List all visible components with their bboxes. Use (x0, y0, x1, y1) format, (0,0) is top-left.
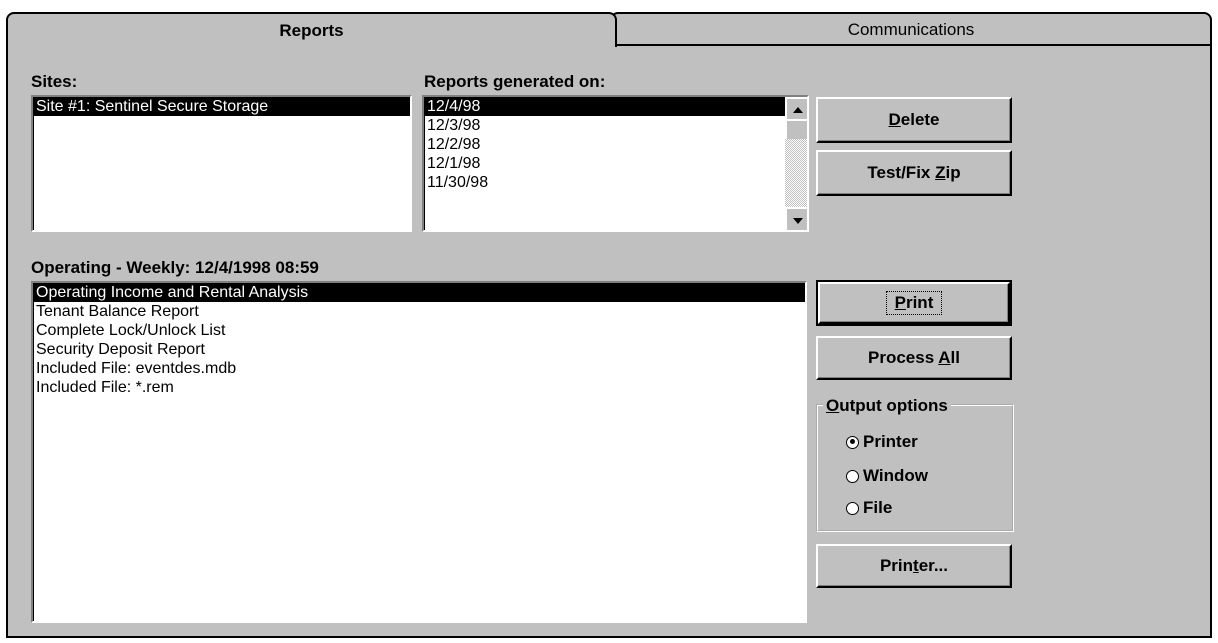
report-date-item[interactable]: 12/4/98 (424, 97, 785, 116)
tab-communications-label: Communications (847, 20, 975, 39)
sites-listbox[interactable]: Site #1: Sentinel Secure Storage (31, 95, 412, 232)
tab-reports-label: Reports (279, 20, 344, 40)
report-item[interactable]: Tenant Balance Report (33, 302, 805, 321)
report-date-item[interactable]: 12/1/98 (424, 154, 785, 173)
scroll-track[interactable] (785, 139, 807, 207)
report-date-item[interactable]: 11/30/98 (424, 173, 785, 192)
radio-unselected-icon (846, 469, 859, 483)
delete-button-label: Delete (888, 110, 940, 129)
tab-communications[interactable]: Communications (610, 12, 1212, 46)
printer-setup-button-label: Printer... (879, 556, 949, 575)
reports-scrollbar[interactable] (785, 97, 807, 230)
report-set-label: Operating - Weekly: 12/4/1998 08:59 (31, 258, 319, 277)
output-file-label: File (863, 498, 893, 517)
output-window-label: Window (863, 466, 928, 485)
report-item[interactable]: Operating Income and Rental Analysis (33, 283, 805, 302)
delete-button[interactable]: Delete (816, 97, 1012, 143)
report-items-listbox[interactable]: Operating Income and Rental Analysis Ten… (31, 281, 807, 623)
output-file-radio[interactable]: File (846, 498, 892, 518)
print-button[interactable]: Print (816, 280, 1012, 326)
sites-label: Sites: (31, 72, 78, 91)
reports-generated-label: Reports generated on: (424, 72, 606, 91)
output-printer-label: Printer (863, 432, 918, 451)
radio-selected-icon (846, 435, 859, 449)
output-options-title: Output options (823, 396, 951, 416)
output-window-radio[interactable]: Window (846, 466, 928, 486)
radio-unselected-icon (846, 501, 859, 515)
print-button-label: Print (885, 291, 943, 315)
tab-divider-line (610, 44, 1212, 46)
report-item[interactable]: Included File: eventdes.mdb (33, 359, 805, 378)
report-date-item[interactable]: 12/2/98 (424, 135, 785, 154)
scroll-down-arrow-icon (793, 217, 803, 224)
reports-date-listbox[interactable]: 12/4/98 12/3/98 12/2/98 12/1/98 11/30/98 (422, 95, 809, 232)
test-fix-zip-button[interactable]: Test/Fix Zip (816, 150, 1012, 196)
site-item[interactable]: Site #1: Sentinel Secure Storage (33, 97, 410, 116)
report-item[interactable]: Security Deposit Report (33, 340, 805, 359)
report-item[interactable]: Complete Lock/Unlock List (33, 321, 805, 340)
process-all-button-label: Process All (868, 348, 960, 367)
report-item[interactable]: Included File: *.rem (33, 378, 805, 397)
output-printer-radio[interactable]: Printer (846, 432, 918, 452)
printer-setup-button[interactable]: Printer... (816, 544, 1012, 588)
scroll-down-button[interactable] (785, 207, 807, 230)
test-fix-zip-button-label: Test/Fix Zip (867, 163, 961, 182)
tab-reports[interactable]: Reports (6, 12, 617, 47)
process-all-button[interactable]: Process All (816, 336, 1012, 380)
report-date-item[interactable]: 12/3/98 (424, 116, 785, 135)
scroll-up-arrow-icon (793, 107, 803, 113)
